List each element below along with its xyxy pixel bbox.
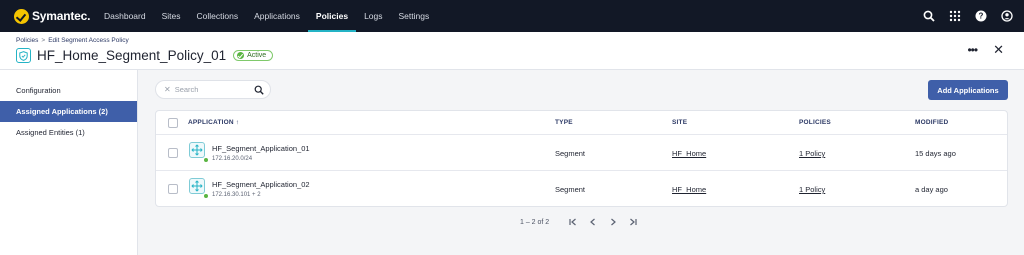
column-header-policies: POLICIES bbox=[799, 119, 831, 126]
column-header-type: TYPE bbox=[555, 119, 573, 126]
policies-link[interactable]: 1 Policy bbox=[799, 149, 825, 158]
application-address: 172.16.30.101 + 2 bbox=[212, 192, 261, 198]
breadcrumb-current: Edit Segment Access Policy bbox=[48, 37, 129, 44]
segment-app-icon bbox=[189, 142, 205, 158]
next-page-icon[interactable] bbox=[603, 216, 623, 228]
title-row: HF_Home_Segment_Policy_01 Active bbox=[16, 48, 274, 63]
segment-app-icon bbox=[189, 178, 205, 194]
page-header: Policies > Edit Segment Access Policy HF_H… bbox=[0, 32, 1024, 70]
breadcrumb: Policies > Edit Segment Access Policy bbox=[16, 37, 129, 44]
select-all-checkbox[interactable] bbox=[168, 118, 178, 128]
nav-utility-icons: ? bbox=[922, 0, 1014, 32]
column-header-modified: MODIFIED bbox=[915, 119, 949, 126]
search-icon[interactable] bbox=[254, 85, 264, 97]
sidebar-item-configuration[interactable]: Configuration bbox=[0, 80, 137, 101]
search-icon[interactable] bbox=[922, 9, 936, 23]
applications-table: APPLICATION ↑ TYPE SITE POLICIES MODIFIE… bbox=[155, 110, 1008, 207]
nav-item-sites[interactable]: Sites bbox=[154, 0, 189, 32]
column-header-site: SITE bbox=[672, 119, 688, 126]
modified-cell: 15 days ago bbox=[915, 149, 956, 158]
page-title: HF_Home_Segment_Policy_01 bbox=[37, 48, 227, 63]
header-actions: ••• ✕ bbox=[967, 43, 1004, 56]
close-icon[interactable]: ✕ bbox=[993, 43, 1004, 56]
column-header-application[interactable]: APPLICATION ↑ bbox=[188, 119, 239, 126]
type-cell: Segment bbox=[555, 149, 586, 158]
breadcrumb-policies-link[interactable]: Policies bbox=[16, 37, 38, 44]
pagination-range: 1 – 2 of 2 bbox=[520, 218, 550, 226]
status-badge: Active bbox=[233, 50, 274, 61]
check-circle-icon bbox=[237, 52, 245, 59]
search-box: ✕ bbox=[155, 80, 271, 99]
shield-icon bbox=[16, 48, 31, 63]
application-name: HF_Segment_Application_01 bbox=[212, 144, 310, 153]
first-page-icon[interactable] bbox=[563, 216, 583, 228]
last-page-icon[interactable] bbox=[623, 216, 643, 228]
row-checkbox[interactable] bbox=[168, 148, 178, 158]
brand-name: Symantec. bbox=[32, 9, 91, 23]
more-options-icon[interactable]: ••• bbox=[967, 44, 978, 56]
symantec-logo[interactable]: Symantec. bbox=[14, 8, 96, 24]
apps-grid-icon[interactable] bbox=[948, 9, 962, 23]
pagination: 1 – 2 of 2 bbox=[520, 216, 643, 228]
previous-page-icon[interactable] bbox=[583, 216, 603, 228]
modified-cell: a day ago bbox=[915, 185, 948, 194]
table-row[interactable]: HF_Segment_Application_01 172.16.20.0/24… bbox=[156, 135, 1007, 171]
table-header: APPLICATION ↑ TYPE SITE POLICIES MODIFIE… bbox=[156, 111, 1007, 135]
nav-item-dashboard[interactable]: Dashboard bbox=[96, 0, 154, 32]
sidebar-item-assigned-applications[interactable]: Assigned Applications (2) bbox=[0, 101, 137, 122]
user-icon[interactable] bbox=[1000, 9, 1014, 23]
clear-search-icon[interactable]: ✕ bbox=[164, 85, 171, 94]
site-link[interactable]: HF_Home bbox=[672, 149, 706, 158]
nav-item-settings[interactable]: Settings bbox=[391, 0, 438, 32]
application-name: HF_Segment_Application_02 bbox=[212, 180, 310, 189]
sidebar: Configuration Assigned Applications (2) … bbox=[0, 70, 138, 255]
nav-item-logs[interactable]: Logs bbox=[356, 0, 390, 32]
checkmark-logo-icon bbox=[14, 8, 29, 24]
type-cell: Segment bbox=[555, 185, 586, 194]
sidebar-item-assigned-entities[interactable]: Assigned Entities (1) bbox=[0, 122, 137, 143]
top-nav: Symantec. Dashboard Sites Collections Ap… bbox=[0, 0, 1024, 32]
application-address: 172.16.20.0/24 bbox=[212, 156, 253, 162]
site-link[interactable]: HF_Home bbox=[672, 185, 706, 194]
status-dot bbox=[203, 193, 209, 199]
help-icon[interactable]: ? bbox=[974, 9, 988, 23]
nav-item-policies[interactable]: Policies bbox=[307, 0, 357, 32]
table-row[interactable]: HF_Segment_Application_02 172.16.30.101 … bbox=[156, 171, 1007, 207]
breadcrumb-separator: > bbox=[41, 37, 46, 44]
nav-item-applications[interactable]: Applications bbox=[246, 0, 308, 32]
nav-item-collections[interactable]: Collections bbox=[189, 0, 247, 32]
row-checkbox[interactable] bbox=[168, 184, 178, 194]
status-label: Active bbox=[247, 52, 267, 59]
search-input[interactable] bbox=[174, 85, 249, 94]
add-applications-button[interactable]: Add Applications bbox=[928, 80, 1008, 100]
svg-text:?: ? bbox=[979, 12, 984, 21]
policies-link[interactable]: 1 Policy bbox=[799, 185, 825, 194]
status-dot bbox=[203, 157, 209, 163]
